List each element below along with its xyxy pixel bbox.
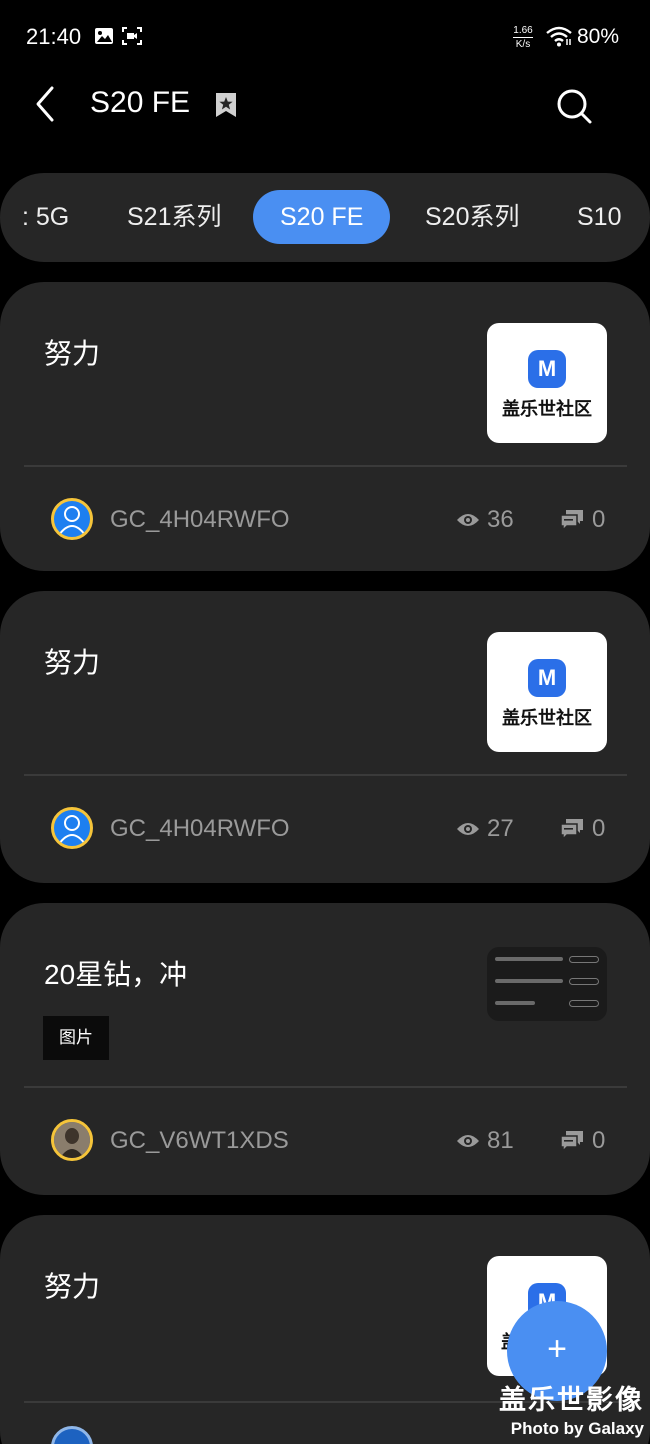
watermark-title: 盖乐世影像 xyxy=(499,1385,644,1415)
post-title: 20星钻，冲 xyxy=(44,959,188,990)
avatar[interactable] xyxy=(51,1426,93,1444)
network-speed: 1.66 K/s xyxy=(510,25,536,50)
card-divider xyxy=(24,774,627,776)
post-title: 努力 xyxy=(44,338,101,369)
search-button[interactable] xyxy=(554,86,594,126)
card-divider xyxy=(24,465,627,467)
post-thumbnail: M 盖乐世社区 xyxy=(487,632,607,752)
post-thumbnail: M 盖乐世社区 xyxy=(487,323,607,443)
page-title: S20 FE xyxy=(90,86,191,119)
bookmark-button[interactable] xyxy=(214,92,238,123)
post-title: 努力 xyxy=(44,647,101,678)
network-speed-divider xyxy=(513,37,533,38)
post-card[interactable]: 努力 M 盖乐世社区 GC_4H04RWFO 36 0 xyxy=(0,282,650,571)
screen-record-icon xyxy=(121,26,143,51)
thumbnail-task-row xyxy=(495,956,599,963)
avatar[interactable] xyxy=(51,807,93,849)
thumbnail-task-row xyxy=(495,978,599,985)
network-speed-value: 1.66 xyxy=(513,25,533,36)
post-title: 努力 xyxy=(44,1271,101,1302)
samsung-members-logo-icon: M xyxy=(528,350,566,388)
card-divider xyxy=(24,1086,627,1088)
post-card[interactable]: 努力 M 盖乐世社区 GC_4H04RWFO 27 0 xyxy=(0,591,650,883)
watermark-subtitle: Photo by Galaxy xyxy=(510,1419,644,1438)
image-tag: 图片 xyxy=(43,1016,109,1060)
back-button[interactable] xyxy=(28,84,64,124)
author-name[interactable]: GC_V6WT1XDS xyxy=(110,1127,289,1155)
header: S20 FE xyxy=(0,72,650,162)
comments-count: 0 xyxy=(592,815,606,842)
tab-s20-fe[interactable]: S20 FE xyxy=(253,190,391,244)
bookmark-star-icon xyxy=(214,93,238,122)
back-arrow-icon xyxy=(28,86,64,128)
watermark: 盖乐世影像 Photo by Galaxy xyxy=(478,1378,644,1439)
tab-label: : xyxy=(22,203,36,231)
views-count: 27 xyxy=(487,815,514,842)
tab-s20-series[interactable]: S20系列 xyxy=(425,190,519,244)
comments-count: 0 xyxy=(592,506,606,533)
views-count: 81 xyxy=(487,1127,514,1154)
thumbnail-text: 盖乐世社区 xyxy=(502,399,592,419)
tab-5g[interactable]: : 5G xyxy=(22,190,69,244)
avatar[interactable] xyxy=(51,498,93,540)
comment-icon xyxy=(560,1130,584,1157)
thumbnail-text: 盖乐世社区 xyxy=(502,708,592,728)
eye-icon xyxy=(456,512,480,533)
eye-icon xyxy=(456,1133,480,1154)
author-name[interactable]: GC_4H04RWFO xyxy=(110,506,290,534)
post-thumbnail xyxy=(487,947,607,1021)
battery-level: 80% xyxy=(577,25,620,48)
post-card[interactable]: 20星钻，冲 图片 GC_V6WT1XDS 81 0 xyxy=(0,903,650,1195)
tab-s21-series[interactable]: S21系列 xyxy=(127,190,221,244)
thumbnail-task-row xyxy=(495,1000,599,1007)
search-icon xyxy=(554,89,594,130)
avatar[interactable] xyxy=(51,1119,93,1161)
comments-count: 0 xyxy=(592,1127,606,1154)
wifi-icon xyxy=(545,25,573,52)
status-bar: 21:40 1.66 K/s 80% xyxy=(0,0,650,72)
author-name[interactable]: GC_4H04RWFO xyxy=(110,815,290,843)
samsung-members-logo-icon: M xyxy=(528,659,566,697)
network-speed-unit: K/s xyxy=(515,39,531,50)
image-icon xyxy=(94,26,114,51)
category-tabs: : 5G S21系列 S20 FE S20系列 S10 xyxy=(0,173,650,262)
views-count: 36 xyxy=(487,506,514,533)
eye-icon xyxy=(456,821,480,842)
status-time: 21:40 xyxy=(26,24,82,49)
tab-s10[interactable]: S10 xyxy=(577,190,621,244)
comment-icon xyxy=(560,509,584,536)
comment-icon xyxy=(560,818,584,845)
tab-label: 5G xyxy=(35,203,70,231)
